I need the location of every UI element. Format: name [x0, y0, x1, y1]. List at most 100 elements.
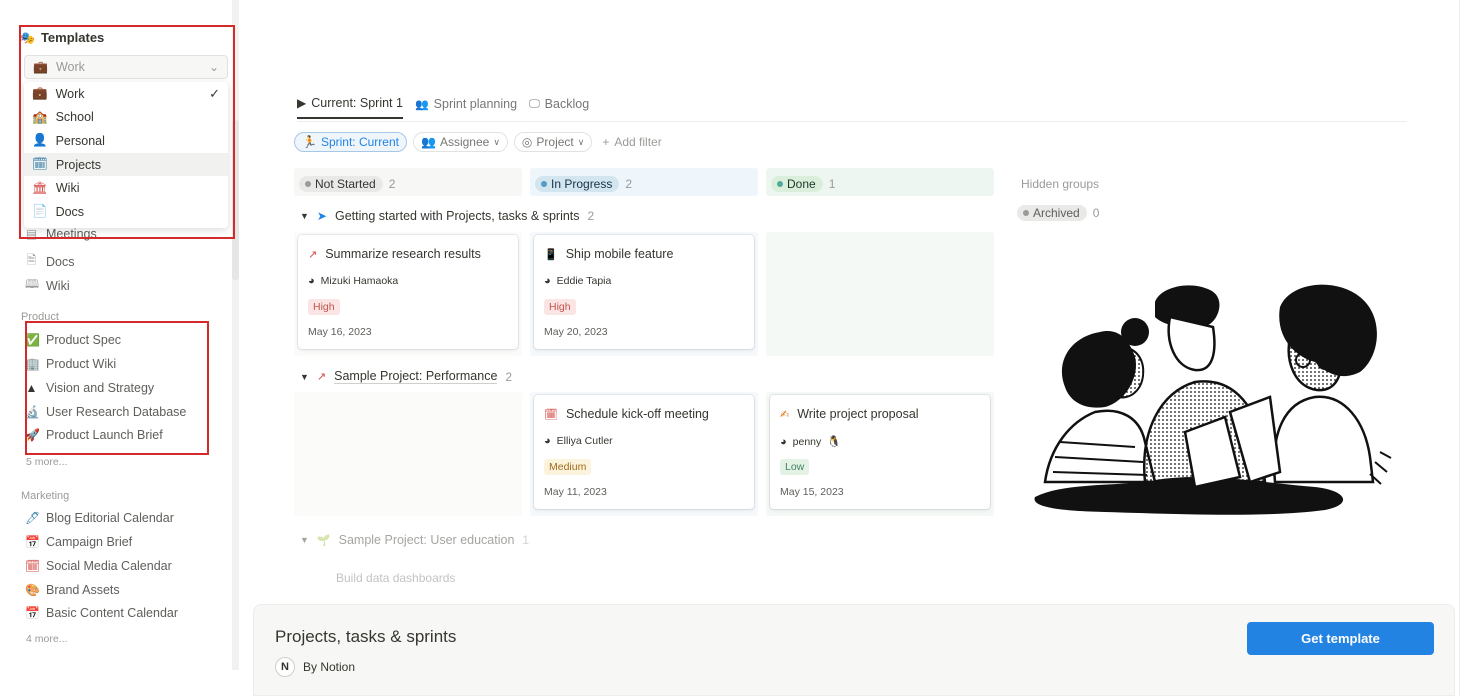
column-count: 2: [625, 177, 633, 191]
template-title: Projects, tasks & sprints: [275, 627, 457, 646]
hidden-groups-label: Hidden groups: [1021, 177, 1100, 191]
card-title: 📱 Ship mobile feature: [544, 247, 674, 261]
card-date: May 20, 2023: [544, 326, 608, 338]
leaf-icon: 🌱: [316, 534, 331, 547]
group-header-performance[interactable]: ▼ ↗ Sample Project: Performance 2: [300, 369, 512, 384]
triangle-down-icon: ▼: [300, 535, 309, 545]
inbox-icon: 🖵: [529, 97, 540, 110]
play-circle-icon: ▶: [297, 96, 307, 110]
card-date: May 15, 2023: [780, 486, 844, 498]
view-tabs: ▶ Current: Sprint 1 👥 Sprint planning 🖵 …: [297, 96, 589, 119]
highlight-box-dropdown: [19, 25, 235, 239]
priority-badge: High: [308, 299, 340, 315]
group-header-getting-started[interactable]: ▼ ➤ Getting started with Projects, tasks…: [300, 209, 594, 223]
card-date: May 11, 2023: [544, 486, 607, 498]
sidebar-item-campaign-brief[interactable]: 📅 Campaign Brief: [25, 535, 132, 549]
status-dot: [1023, 210, 1029, 216]
task-card[interactable]: 📱 Ship mobile feature ◕ Eddie Tapia High…: [534, 235, 754, 349]
template-footer: Projects, tasks & sprints N By Notion Ge…: [253, 604, 1455, 696]
card-assignee: ◕ Mizuki Hamaoka: [308, 275, 399, 287]
avatar: ◕: [544, 275, 551, 287]
status-tag-in-progress: In Progress: [535, 176, 620, 192]
status-dot: [541, 181, 547, 187]
task-card[interactable]: 🗓 Schedule kick-off meeting ◕ Elliya Cut…: [534, 395, 754, 509]
triangle-down-icon: ▼: [300, 211, 309, 221]
filter-project[interactable]: ◎ Project ∨: [513, 132, 593, 152]
calendar-icon: 📅: [25, 535, 40, 549]
chevron-down-icon: ∨: [577, 136, 585, 147]
tab-sprint-planning[interactable]: 👥 Sprint planning: [415, 96, 517, 119]
page-edge-divider: [1459, 0, 1460, 696]
template-author: N By Notion: [275, 657, 355, 677]
avatar: ◕: [308, 275, 315, 287]
avatar: ◕: [544, 435, 551, 447]
column-count: 2: [388, 177, 396, 191]
cell-bg: [294, 392, 522, 516]
mobile-phone-icon: 📱: [544, 248, 558, 261]
marketing-more-link[interactable]: 4 more...: [26, 633, 67, 645]
notion-logo-icon: N: [275, 657, 295, 677]
calendar-icon: 📅: [25, 606, 40, 620]
status-dot: [305, 181, 311, 187]
target-icon: ◎: [521, 135, 533, 149]
arrow-circle-icon: ➤: [316, 209, 327, 223]
column-not-started: Not Started 2: [299, 176, 395, 192]
get-template-button[interactable]: Get template: [1247, 622, 1434, 655]
sidebar-item-blog-calendar[interactable]: 🖊 Blog Editorial Calendar: [25, 511, 174, 525]
status-tag-archived: Archived: [1017, 205, 1087, 221]
filter-sprint[interactable]: 🏃 Sprint: Current: [294, 132, 407, 152]
column-in-progress: In Progress 2: [535, 176, 632, 192]
tabs-divider: [297, 121, 1407, 122]
sidebar-item-brand-assets[interactable]: 🎨 Brand Assets: [25, 583, 120, 597]
card-title: 🗓 Schedule kick-off meeting: [544, 407, 709, 421]
chart-icon: ↗: [308, 248, 318, 261]
calendar-icon: 🗓: [25, 559, 41, 573]
chevron-down-icon: ∨: [493, 136, 500, 147]
group-header-user-education[interactable]: ▼ 🌱 Sample Project: User education 1: [300, 533, 529, 547]
plus-icon: +: [602, 135, 610, 149]
group-count: 2: [587, 209, 595, 223]
tab-backlog[interactable]: 🖵 Backlog: [529, 96, 589, 119]
task-card[interactable]: ✍ Write project proposal ◕ penny 🐧 Low M…: [770, 395, 990, 509]
archived-count: 0: [1092, 206, 1100, 220]
palette-icon: 🎨: [25, 583, 40, 597]
triangle-down-icon: ▼: [300, 371, 309, 382]
avatar: ◕: [780, 435, 787, 448]
calendar-icon: 🗓: [544, 408, 558, 421]
tab-current-sprint[interactable]: ▶ Current: Sprint 1: [297, 96, 403, 119]
people-icon: 👥: [420, 135, 436, 149]
sidebar-item-docs[interactable]: 🗎 Docs: [25, 251, 75, 272]
pencil-icon: ✍: [780, 408, 790, 421]
running-icon: 🏃: [302, 135, 317, 149]
status-dot: [777, 181, 783, 187]
penguin-icon: 🐧: [827, 436, 841, 448]
group-count: 1: [522, 533, 530, 547]
filter-bar: 🏃 Sprint: Current 👥 Assignee ∨ ◎ Project…: [294, 132, 662, 152]
column-done: Done 1: [771, 176, 835, 192]
status-tag-done: Done: [771, 176, 823, 192]
card-assignee: ◕ Eddie Tapia: [544, 275, 612, 287]
group-count: 2: [505, 369, 513, 384]
add-filter-button[interactable]: + Add filter: [602, 135, 661, 149]
status-tag-not-started: Not Started: [299, 176, 383, 192]
priority-badge: Medium: [544, 459, 592, 475]
filter-assignee[interactable]: 👥 Assignee ∨: [412, 132, 508, 152]
card-title: ↗ Summarize research results: [308, 247, 481, 261]
sidebar-item-wiki[interactable]: 🕮 Wiki: [25, 275, 70, 296]
sidebar-item-social-calendar[interactable]: 🗓 Social Media Calendar: [25, 559, 172, 573]
hidden-group-archived[interactable]: Archived 0: [1017, 205, 1099, 221]
chart-icon: ↗: [316, 371, 327, 383]
sidebar-section-marketing: Marketing: [21, 490, 70, 502]
book-icon: 🕮: [25, 277, 40, 291]
priority-badge: High: [544, 299, 576, 315]
faded-task-card: Build data dashboards: [336, 571, 456, 585]
card-title: ✍ Write project proposal: [780, 407, 919, 421]
sidebar-item-content-calendar[interactable]: 📅 Basic Content Calendar: [25, 606, 178, 620]
highlight-box-product: [25, 321, 209, 455]
document-icon: 🗎: [26, 253, 37, 267]
cell-bg: [766, 232, 994, 356]
column-count: 1: [828, 177, 836, 191]
product-more-link[interactable]: 5 more...: [26, 456, 67, 468]
task-card[interactable]: ↗ Summarize research results ◕ Mizuki Ha…: [298, 235, 518, 349]
card-assignee: ◕ penny 🐧: [780, 435, 841, 449]
